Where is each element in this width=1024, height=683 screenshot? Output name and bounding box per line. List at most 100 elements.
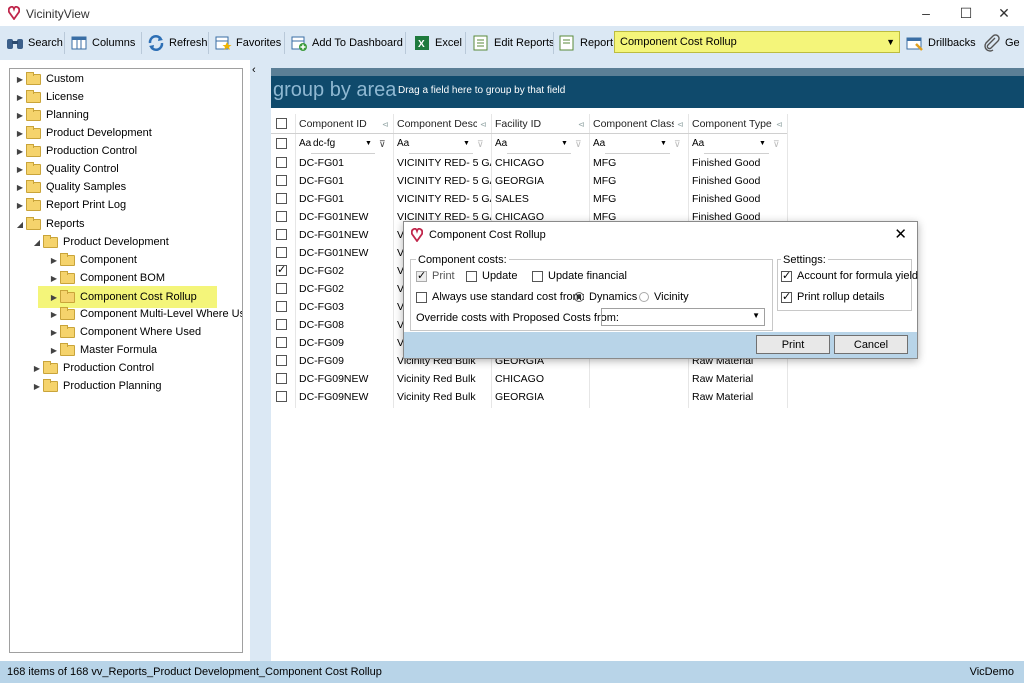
edit-reports-button[interactable]: Edit Reports bbox=[472, 31, 555, 55]
chevron-down-icon[interactable]: ▼ bbox=[561, 140, 568, 147]
group-by-area[interactable]: group by area Drag a field here to group… bbox=[271, 68, 1024, 108]
expand-arrow-icon[interactable]: ▶ bbox=[48, 310, 60, 319]
table-row[interactable]: DC-FG09NEW Vicinity Red Bulk CHICAGO Raw Ma… bbox=[271, 370, 787, 388]
table-row[interactable]: DC-FG01 VICINITY RED- 5 GAL CHICAGO MFG Fini… bbox=[271, 154, 787, 172]
table-row[interactable]: DC-FG01 VICINITY RED- 5 GAL SALES MFG Finish… bbox=[271, 190, 787, 208]
chevron-down-icon[interactable]: ▼ bbox=[463, 140, 470, 147]
expand-arrow-icon[interactable]: ▶ bbox=[14, 75, 26, 84]
drillbacks-button[interactable]: Drillbacks bbox=[906, 31, 976, 55]
columns-button[interactable]: Columns bbox=[70, 31, 135, 55]
refresh-button[interactable]: Refresh bbox=[147, 31, 208, 55]
row-checkbox[interactable] bbox=[276, 263, 287, 276]
tree-item-planning[interactable]: ▶ Planning bbox=[14, 106, 89, 124]
row-checkbox[interactable] bbox=[276, 337, 287, 348]
close-button[interactable]: ✕ bbox=[984, 0, 1024, 26]
filter-row-checkbox[interactable] bbox=[276, 138, 287, 149]
expand-arrow-icon[interactable]: ▶ bbox=[14, 129, 26, 138]
expand-arrow-icon[interactable]: ▶ bbox=[14, 93, 26, 102]
row-checkbox[interactable] bbox=[276, 355, 287, 366]
ge-button[interactable]: Ge bbox=[983, 31, 1020, 55]
tree-item-custom[interactable]: ▶ Custom bbox=[14, 70, 84, 88]
tree-item-product-development[interactable]: ▶ Product Development bbox=[14, 124, 152, 142]
column-header-fac[interactable]: Facility ID bbox=[491, 115, 575, 133]
tree-item-quality-control[interactable]: ▶ Quality Control bbox=[14, 160, 119, 178]
expand-arrow-icon[interactable]: ▶ bbox=[31, 364, 43, 373]
tree-item-component-where-used[interactable]: ▶ Component Where Used bbox=[48, 323, 201, 341]
clear-filter-icon[interactable]: ⊽ bbox=[379, 139, 386, 150]
favorites-button[interactable]: Favorites bbox=[214, 31, 281, 55]
tree-item-quality-samples[interactable]: ▶ Quality Samples bbox=[14, 178, 126, 196]
chevron-down-icon[interactable]: ▼ bbox=[365, 140, 372, 147]
collapse-left-icon[interactable]: ‹ bbox=[252, 64, 256, 76]
select-all-checkbox[interactable] bbox=[276, 118, 287, 129]
minimize-button[interactable]: – bbox=[906, 0, 946, 26]
pin-icon[interactable]: ⊲ bbox=[480, 120, 487, 129]
row-checkbox[interactable] bbox=[276, 157, 287, 168]
row-checkbox[interactable] bbox=[276, 301, 287, 312]
row-checkbox[interactable] bbox=[276, 319, 287, 330]
tree-item-reports-product-development[interactable]: ◢ Product Development bbox=[31, 233, 169, 251]
row-checkbox[interactable] bbox=[276, 373, 287, 384]
pin-icon[interactable]: ⊲ bbox=[578, 120, 585, 129]
tree-item-component-multi-level-where-used[interactable]: ▶ Component Multi-Level Where Used bbox=[48, 305, 242, 323]
formula-yield-checkbox[interactable]: Account for formula yield bbox=[781, 269, 918, 282]
print-rollup-checkbox[interactable]: Print rollup details bbox=[781, 290, 884, 303]
tree-item-reports-production-control[interactable]: ▶ Production Control bbox=[31, 359, 154, 377]
print-button[interactable]: Print bbox=[756, 335, 830, 354]
expand-arrow-icon[interactable]: ▶ bbox=[14, 165, 26, 174]
maximize-button[interactable]: ☐ bbox=[946, 0, 986, 26]
row-checkbox[interactable] bbox=[276, 283, 287, 294]
table-row[interactable]: DC-FG09NEW Vicinity Red Bulk GEORGIA Raw Ma… bbox=[271, 388, 787, 406]
clear-filter-icon[interactable]: ⊽ bbox=[477, 139, 484, 150]
tree-item-reports[interactable]: ◢ Reports bbox=[14, 215, 85, 233]
tree-item-license[interactable]: ▶ License bbox=[14, 88, 84, 106]
row-checkbox[interactable] bbox=[276, 247, 287, 258]
tree-item-component-bom[interactable]: ▶ Component BOM bbox=[48, 269, 165, 287]
search-button[interactable]: Search bbox=[6, 31, 63, 55]
expand-arrow-icon[interactable]: ▶ bbox=[14, 183, 26, 192]
chevron-down-icon[interactable]: ▼ bbox=[759, 140, 766, 147]
row-checkbox[interactable] bbox=[276, 211, 287, 222]
tree-item-production-planning[interactable]: ▶ Production Planning bbox=[31, 377, 161, 395]
row-checkbox[interactable] bbox=[276, 193, 287, 204]
pane-splitter[interactable]: ‹ bbox=[250, 60, 264, 661]
tree-item-master-formula[interactable]: ▶ Master Formula bbox=[48, 341, 157, 359]
expand-arrow-icon[interactable]: ▶ bbox=[48, 293, 60, 302]
vicinity-radio[interactable]: Vicinity bbox=[639, 291, 689, 303]
expand-arrow-icon[interactable]: ▶ bbox=[14, 201, 26, 210]
clear-filter-icon[interactable]: ⊽ bbox=[575, 139, 582, 150]
tree-item-report-print-log[interactable]: ▶ Report Print Log bbox=[14, 196, 126, 214]
expand-arrow-icon[interactable]: ▶ bbox=[31, 382, 43, 391]
dynamics-radio[interactable]: Dynamics bbox=[574, 291, 637, 303]
update-financial-checkbox[interactable]: Update financial bbox=[532, 270, 627, 282]
always-standard-checkbox[interactable]: Always use standard cost from: bbox=[416, 291, 585, 303]
expand-arrow-icon[interactable]: ▶ bbox=[14, 111, 26, 120]
column-header-id[interactable]: Component ID bbox=[295, 115, 379, 133]
update-checkbox[interactable]: Update bbox=[466, 270, 517, 282]
expand-arrow-icon[interactable]: ▶ bbox=[48, 346, 60, 355]
expand-arrow-icon[interactable]: ▶ bbox=[14, 147, 26, 156]
dialog-close-icon[interactable]: ✕ bbox=[894, 225, 907, 243]
tree-item-production-control[interactable]: ▶ Production Control bbox=[14, 142, 137, 160]
clear-filter-icon[interactable]: ⊽ bbox=[674, 139, 681, 150]
chevron-down-icon[interactable]: ▼ bbox=[660, 140, 667, 147]
row-checkbox[interactable] bbox=[276, 391, 287, 402]
cancel-button[interactable]: Cancel bbox=[834, 335, 908, 354]
expand-arrow-icon[interactable]: ▶ bbox=[48, 274, 60, 283]
pin-icon[interactable]: ⊲ bbox=[776, 120, 783, 129]
column-header-type[interactable]: Component Type bbox=[688, 115, 773, 133]
expand-arrow-icon[interactable]: ▶ bbox=[48, 256, 60, 265]
row-checkbox[interactable] bbox=[276, 175, 287, 186]
collapse-arrow-icon[interactable]: ◢ bbox=[31, 238, 43, 247]
expand-arrow-icon[interactable]: ▶ bbox=[48, 328, 60, 337]
row-checkbox[interactable] bbox=[276, 229, 287, 240]
pin-icon[interactable]: ⊲ bbox=[677, 120, 684, 129]
add-dashboard-button[interactable]: Add To Dashboard bbox=[290, 31, 403, 55]
report-select[interactable]: Component Cost Rollup ▼ bbox=[614, 31, 900, 53]
excel-button[interactable]: X Excel bbox=[413, 31, 462, 55]
pin-icon[interactable]: ⊲ bbox=[382, 120, 389, 129]
clear-filter-icon[interactable]: ⊽ bbox=[773, 139, 780, 150]
collapse-arrow-icon[interactable]: ◢ bbox=[14, 220, 26, 229]
column-header-desc[interactable]: Component Desc bbox=[393, 115, 477, 133]
override-costs-select[interactable]: ▼ bbox=[601, 308, 765, 326]
